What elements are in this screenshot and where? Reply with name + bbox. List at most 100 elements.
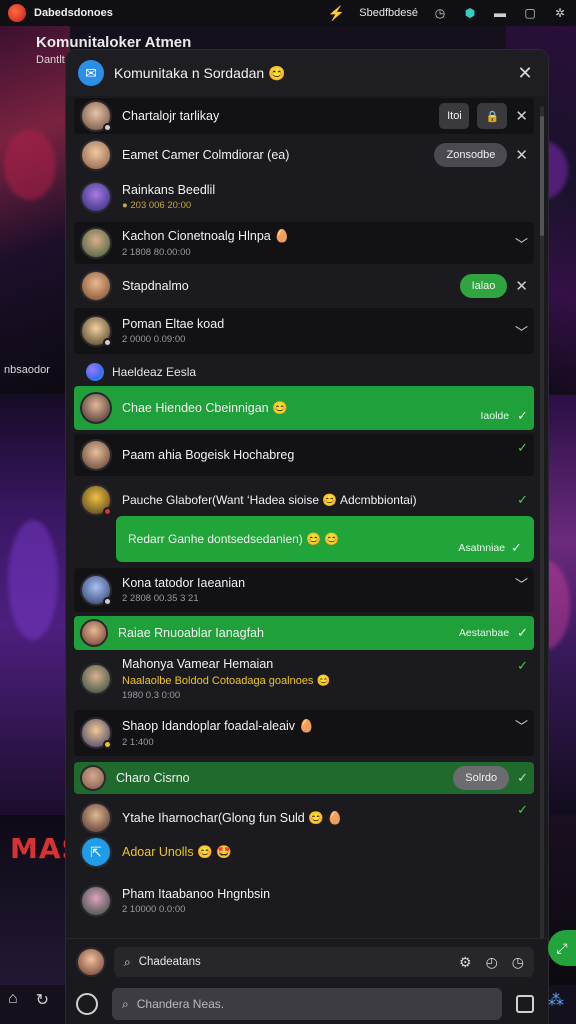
- clock-icon[interactable]: ◷: [432, 5, 448, 21]
- contact-name: Rainkans Beedlil: [122, 183, 216, 197]
- list-item[interactable]: Eamet Camer Colmdiorar (ea) Zonsodbe ✕: [74, 136, 534, 174]
- list-item[interactable]: Kachon Cionetnoalg Hlnpa 🥚 2 1808 80.00:…: [74, 222, 534, 264]
- chevron-down-icon[interactable]: ﹀: [515, 574, 528, 593]
- avatar: [80, 663, 112, 695]
- message-bubble[interactable]: Redarr Ganhe dontsedsedanien) 😊 😊 Asatnn…: [116, 516, 534, 562]
- emoji-icon[interactable]: [76, 993, 98, 1015]
- action-button[interactable]: Itoi: [439, 103, 470, 129]
- background-art-glow: [4, 130, 56, 200]
- list-item[interactable]: Rainkans Beedlil ● 203 006 20:00: [74, 176, 534, 218]
- list-item[interactable]: Paam ahia Bogeisk Hochabreg ✓: [74, 434, 534, 476]
- list-item-selected[interactable]: Raiae Rnuoablar Ianagfah Aestanbae ✓: [74, 616, 534, 650]
- panel-header: ✉ Komunitaka n Sordadan 😊 ✕: [66, 50, 548, 96]
- refresh-icon[interactable]: ↻: [36, 990, 49, 1010]
- my-avatar[interactable]: [76, 947, 106, 977]
- list-item[interactable]: Pham Itaabanoo Hngnbsin 2 10000 0.0:00: [74, 878, 534, 924]
- close-icon[interactable]: ✕: [514, 63, 536, 84]
- avatar: [80, 802, 112, 834]
- contact-name: Eamet Camer Colmdiorar (ea): [122, 148, 290, 162]
- expand-button[interactable]: ⤢: [548, 930, 576, 966]
- list-item-selected[interactable]: Charo Cisrno Solrdo ✓: [74, 762, 534, 794]
- lock-icon[interactable]: 🔒: [477, 103, 508, 129]
- timestamp: 1980 0.3 0:00: [122, 690, 181, 701]
- avatar: [80, 227, 112, 259]
- avatar: [80, 392, 112, 424]
- avatar: [80, 885, 112, 917]
- search-value: Chadeatans: [138, 956, 201, 968]
- home-icon[interactable]: ⌂: [8, 990, 18, 1010]
- contact-name: Kachon Cionetnoalg Hlnpa 🥚: [122, 228, 290, 243]
- avatar: [80, 100, 112, 132]
- scrollbar-thumb[interactable]: [540, 116, 544, 236]
- list-item-selected[interactable]: Chae Hiendeo Cbeinnigan 😊 Iaolde ✓: [74, 386, 534, 430]
- search-field[interactable]: ⌕ Chadeatans ⚙ ◴ ◷: [114, 947, 534, 977]
- list-item[interactable]: Stapdnalmo Ialao ✕: [74, 268, 534, 304]
- contact-name: Poman Eltae koad: [122, 317, 225, 331]
- window-icon[interactable]: ▢: [522, 5, 538, 21]
- status-bar: Dabedsdonoes ⚡ Sbedfbdesé ◷ ⬢ ▬ ▢ ✲: [0, 0, 576, 26]
- contact-name: Paam ahia Bogeisk Hochabreg: [122, 448, 295, 462]
- close-icon[interactable]: ✕: [515, 146, 528, 164]
- user-icon: ⇱: [80, 836, 112, 868]
- chat-list[interactable]: Chartalojr tarlikay Itoi 🔒 ✕ Eamet Camer…: [66, 96, 548, 938]
- message-preview: Naalaolbe Boldod Cotoadaga goalnoes 😊: [122, 675, 331, 687]
- status-pill[interactable]: Zonsodbe: [434, 143, 508, 167]
- gear-icon[interactable]: ⚙: [459, 954, 472, 971]
- folder-icon[interactable]: ▬: [492, 5, 508, 21]
- list-item[interactable]: Poman Eltae koad 2 0000 0.09:00 ﹀: [74, 308, 534, 354]
- attach-icon[interactable]: [516, 995, 534, 1013]
- contact-name: Mahonya Vamear Hemaian: [122, 657, 274, 671]
- list-item[interactable]: ⇱ Adoar Unolls 😊 🤩: [74, 836, 534, 868]
- group-icon: [86, 363, 104, 381]
- list-item[interactable]: Chartalojr tarlikay Itoi 🔒 ✕: [74, 98, 534, 134]
- list-item[interactable]: Kona tatodor Iaeanian 2 2808 00.35 3 21 …: [74, 568, 534, 612]
- chevron-down-icon[interactable]: ﹀: [515, 716, 528, 735]
- apps-grid-icon[interactable]: ⁂: [548, 990, 564, 1010]
- shield-icon[interactable]: ⬢: [462, 5, 478, 21]
- check-icon: ✓: [517, 440, 528, 455]
- status-pill[interactable]: Ialao: [459, 274, 508, 298]
- community-logo-icon: ✉: [78, 60, 104, 86]
- avatar: [80, 574, 112, 606]
- settings-icon[interactable]: ✲: [552, 5, 568, 21]
- clock-icon[interactable]: ◴: [486, 954, 498, 971]
- community-chat-panel: ✉ Komunitaka n Sordadan 😊 ✕ Chartalojr t…: [66, 50, 548, 1024]
- check-icon: ✓: [517, 625, 528, 640]
- timestamp: 2 1808 80.00:00: [122, 246, 191, 258]
- avatar: [80, 439, 112, 471]
- list-item[interactable]: Shaop Idandoplar foadal-aleaiv 🥚 2 1:400…: [74, 710, 534, 756]
- close-icon[interactable]: ✕: [515, 277, 528, 295]
- taskbar-left: ⌂ ↻: [8, 990, 49, 1010]
- timestamp: 2 2808 00.35 3 21: [122, 593, 199, 604]
- list-item[interactable]: Ytahe Iharnochar(Glong fun Suld 😊 🥚 ✓: [74, 798, 534, 838]
- section-label: Haeldeaz Eesla: [86, 362, 196, 382]
- contact-name: Raiae Rnuoablar Ianagfah: [118, 626, 264, 640]
- section-title: Haeldeaz Eesla: [112, 365, 197, 379]
- avatar: [80, 315, 112, 347]
- contact-name: Pauche Glabofer(Want ‘Hadea sioise 😊 Adc…: [122, 493, 417, 507]
- background-art-tile: [0, 24, 70, 394]
- timestamp: 2 10000 0.0:00: [122, 904, 186, 915]
- avatar: [80, 181, 112, 213]
- status-text: Sbedfbdesé: [359, 7, 418, 19]
- background-side-label: nbsaodor: [4, 364, 50, 376]
- check-icon: ✓: [517, 408, 528, 423]
- status-tag: Iaolde: [480, 410, 510, 422]
- app-logo-icon: [8, 4, 26, 22]
- chevron-down-icon[interactable]: ﹀: [515, 234, 528, 253]
- close-icon[interactable]: ✕: [515, 107, 528, 125]
- contact-name: Adoar Unolls 😊 🤩: [122, 844, 232, 859]
- status-pill[interactable]: Solrdo: [453, 766, 510, 790]
- check-icon: ✓: [517, 770, 528, 785]
- scrollbar[interactable]: [540, 106, 544, 966]
- list-item[interactable]: Mahonya Vamear Hemaian Naalaolbe Boldod …: [74, 654, 534, 704]
- background-art-glow: [8, 520, 58, 640]
- avatar: [80, 139, 112, 171]
- contact-name: Pham Itaabanoo Hngnbsin: [122, 887, 271, 901]
- status-tag: Aestanbae: [458, 627, 510, 639]
- avatar: [80, 717, 112, 749]
- chevron-down-icon[interactable]: ﹀: [515, 322, 528, 341]
- history-icon[interactable]: ◷: [512, 954, 524, 971]
- message-input[interactable]: ⌕ Chandera Neas.: [112, 988, 502, 1020]
- contact-name: Chartalojr tarlikay: [122, 109, 220, 123]
